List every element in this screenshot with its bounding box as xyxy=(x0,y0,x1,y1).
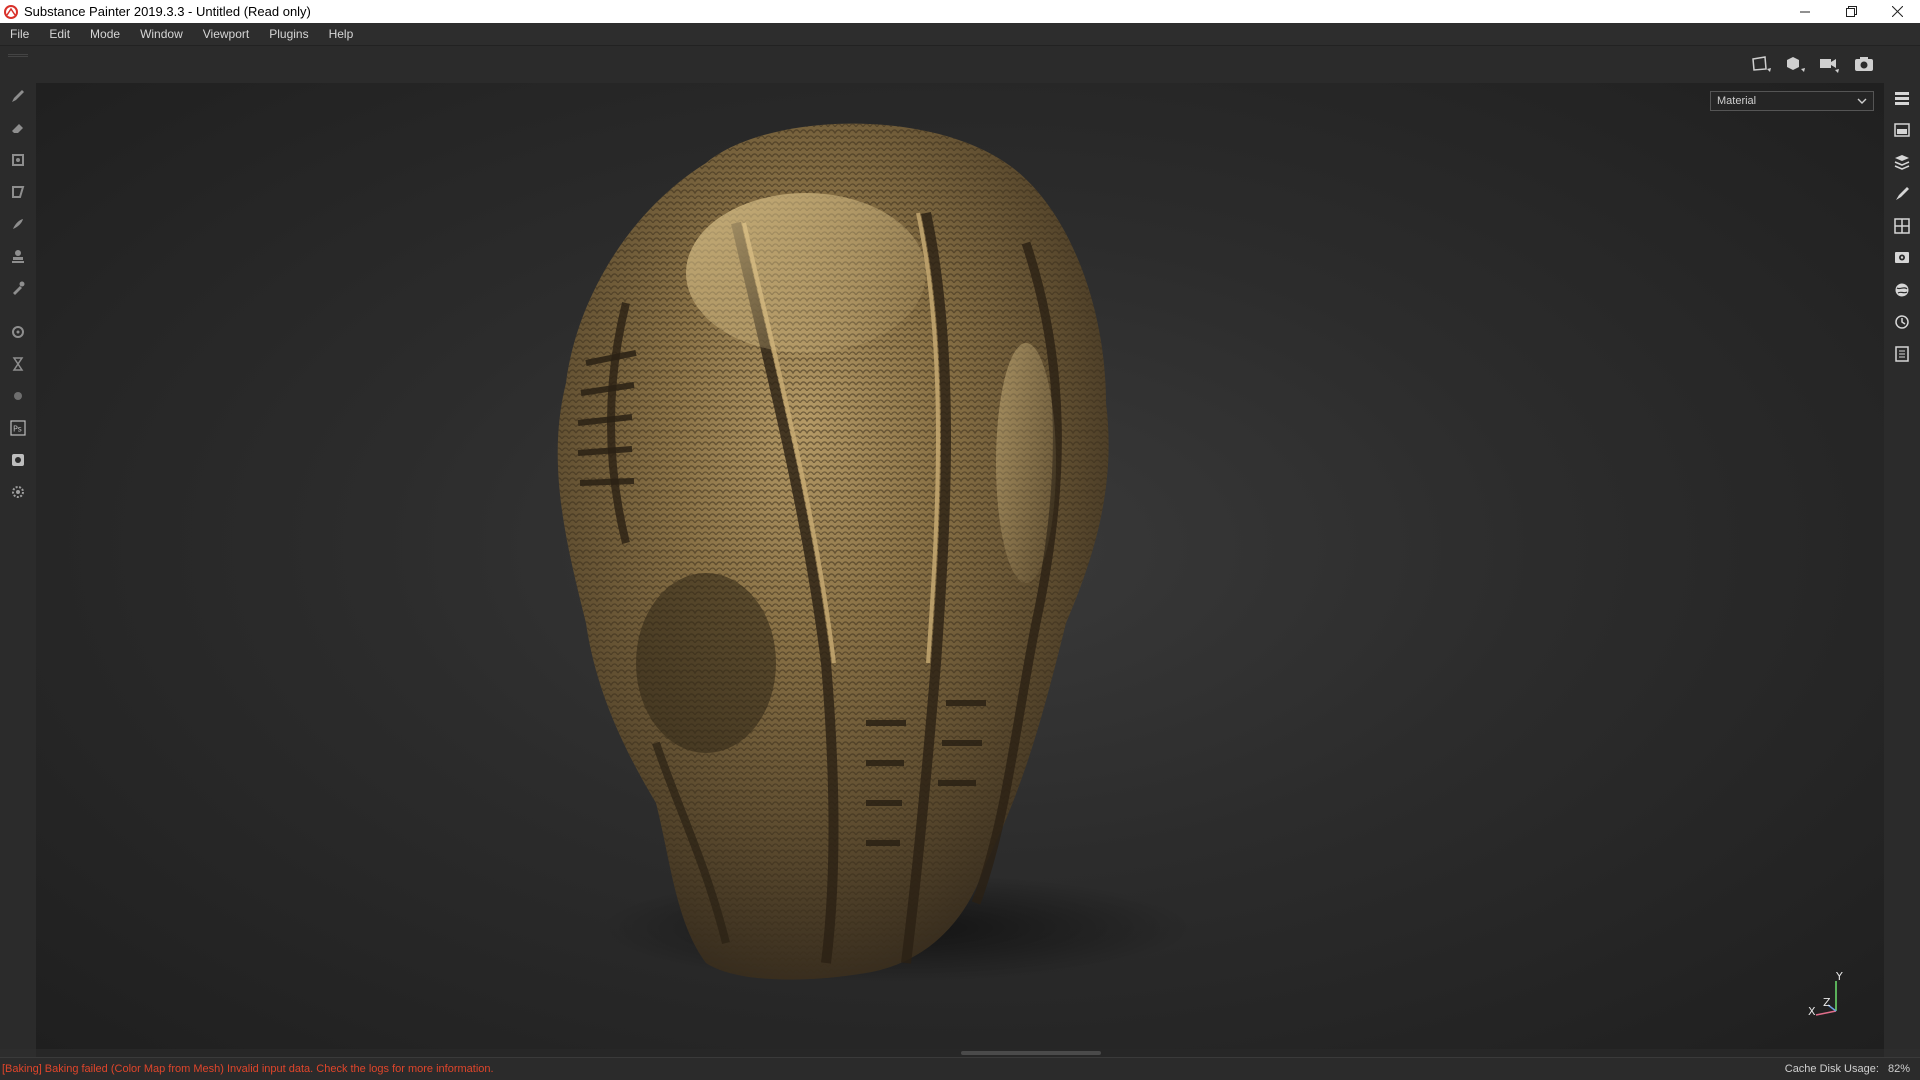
menu-file[interactable]: File xyxy=(0,23,39,46)
panels-toolbar xyxy=(1884,46,1920,1049)
log-icon[interactable] xyxy=(1892,344,1912,364)
menu-window[interactable]: Window xyxy=(130,23,193,46)
cache-disk-usage-label: Cache Disk Usage: xyxy=(1784,1063,1879,1075)
clone-stamp-icon[interactable] xyxy=(8,246,28,266)
screenshot-icon[interactable] xyxy=(1852,52,1876,76)
smudge-icon[interactable] xyxy=(8,214,28,234)
substance-painter-window: Substance Painter 2019.3.3 - Untitled (R… xyxy=(0,0,1920,1080)
color-picker-icon[interactable] xyxy=(8,278,28,298)
paint-brush-icon[interactable] xyxy=(8,86,28,106)
chevron-down-icon xyxy=(1857,98,1867,104)
3d-view-icon[interactable] xyxy=(1784,52,1808,76)
uv-grid-icon[interactable] xyxy=(1892,216,1912,236)
frame-icon[interactable] xyxy=(1750,52,1774,76)
texture-set-icon[interactable] xyxy=(1892,152,1912,172)
geometry-mask-icon[interactable] xyxy=(8,354,28,374)
scrollbar-thumb[interactable] xyxy=(961,1051,1101,1055)
history-icon[interactable] xyxy=(1892,312,1912,332)
window-title: Substance Painter 2019.3.3 - Untitled (R… xyxy=(24,4,311,19)
brush-properties-icon[interactable] xyxy=(1892,184,1912,204)
tools-toolbar: Ps xyxy=(0,46,36,1049)
minimize-icon[interactable] xyxy=(1782,0,1828,23)
photoshop-export-icon[interactable]: Ps xyxy=(8,418,28,438)
projection-icon[interactable] xyxy=(8,150,28,170)
menu-viewport[interactable]: Viewport xyxy=(193,23,259,46)
channel-select-value: Material xyxy=(1717,95,1757,107)
eraser-icon[interactable] xyxy=(8,118,28,138)
environment-icon[interactable] xyxy=(1892,280,1912,300)
display-settings-icon[interactable] xyxy=(1892,248,1912,268)
app-logo-icon xyxy=(4,4,18,19)
layers-stack-icon[interactable] xyxy=(1892,88,1912,108)
shelf-icon[interactable] xyxy=(1892,120,1912,140)
cache-disk-usage: Cache Disk Usage: 82% xyxy=(1779,1063,1910,1075)
menu-help[interactable]: Help xyxy=(319,23,364,46)
axis-gizmo: Y Z X xyxy=(1806,970,1856,1023)
svg-text:Ps: Ps xyxy=(13,425,22,434)
title-bar: Substance Painter 2019.3.3 - Untitled (R… xyxy=(0,0,1920,23)
viewport-toolbar xyxy=(36,46,1884,83)
cache-disk-usage-value: 82% xyxy=(1887,1063,1910,1075)
channel-display-select[interactable]: Material xyxy=(1710,91,1874,111)
3d-viewport[interactable]: Material Y Z X xyxy=(36,83,1884,1049)
menu-bar: File Edit Mode Window Viewport Plugins H… xyxy=(0,23,1920,46)
status-bar: [Baking] Baking failed (Color Map from M… xyxy=(0,1057,1920,1080)
menu-edit[interactable]: Edit xyxy=(39,23,80,46)
toolbar-grip[interactable] xyxy=(8,54,28,57)
menu-mode[interactable]: Mode xyxy=(80,23,130,46)
status-log-message[interactable]: [Baking] Baking failed (Color Map from M… xyxy=(2,1063,494,1075)
polygon-fill-icon[interactable] xyxy=(8,182,28,202)
material-icon[interactable] xyxy=(8,386,28,406)
bake-icon[interactable] xyxy=(8,322,28,342)
axis-x-label: X xyxy=(1808,1005,1816,1018)
axis-y-label: Y xyxy=(1836,970,1843,983)
close-icon[interactable] xyxy=(1874,0,1920,23)
camera-icon[interactable] xyxy=(1818,52,1842,76)
sculpted-bronze-head-model[interactable] xyxy=(506,103,1186,1003)
restore-icon[interactable] xyxy=(1828,0,1874,23)
menu-plugins[interactable]: Plugins xyxy=(259,23,318,46)
settings-icon[interactable] xyxy=(8,482,28,502)
viewport-scrollbar[interactable] xyxy=(36,1049,1884,1057)
export-textures-icon[interactable] xyxy=(8,450,28,470)
axis-z-label: Z xyxy=(1823,996,1831,1009)
